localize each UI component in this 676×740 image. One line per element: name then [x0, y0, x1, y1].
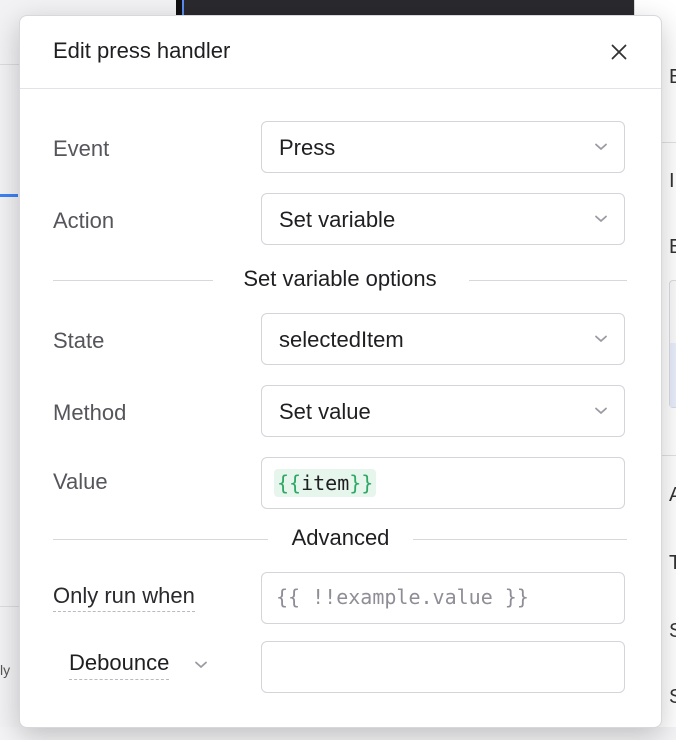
only-run-when-placeholder: {{ !!example.value }}	[276, 585, 529, 609]
dialog-title: Edit press handler	[53, 38, 231, 63]
event-label: Event	[53, 136, 110, 161]
chevron-down-icon	[595, 215, 607, 222]
value-code-input[interactable]: {{item}}	[261, 457, 625, 509]
only-run-when-input[interactable]: {{ !!example.value }}	[261, 572, 625, 624]
dialog-header: Edit press handler	[20, 16, 661, 89]
token-open-brace: {{	[277, 471, 302, 495]
edit-press-handler-dialog: Edit press handler Event Press Action Se…	[19, 15, 662, 728]
close-button[interactable]	[603, 36, 635, 68]
advanced-divider: Advanced	[53, 525, 627, 553]
event-select-value: Press	[279, 135, 336, 160]
value-label: Value	[53, 469, 108, 494]
method-label: Method	[53, 400, 127, 425]
template-token: {{item}}	[274, 469, 377, 497]
close-icon	[611, 44, 627, 60]
debounce-label: Debounce	[69, 650, 170, 680]
token-expression: item	[301, 471, 350, 495]
event-select[interactable]: Press	[261, 121, 625, 173]
section-title: Advanced	[291, 525, 390, 550]
chevron-down-icon	[195, 661, 207, 668]
method-select[interactable]: Set value	[261, 385, 625, 437]
chevron-down-icon	[595, 143, 607, 150]
action-label: Action	[53, 208, 115, 233]
state-select[interactable]: selectedItem	[261, 313, 625, 365]
only-run-when-label: Only run when	[53, 583, 195, 612]
set-variable-options-divider: Set variable options	[53, 266, 627, 294]
background-snippet: ly	[0, 662, 11, 678]
state-select-value: selectedItem	[279, 327, 404, 352]
state-label: State	[53, 328, 105, 353]
chevron-down-icon	[595, 407, 607, 414]
selection-accent	[0, 194, 18, 197]
debounce-input[interactable]	[261, 641, 625, 693]
token-close-brace: }}	[349, 471, 374, 495]
section-title: Set variable options	[243, 266, 437, 291]
action-select[interactable]: Set variable	[261, 193, 625, 245]
chevron-down-icon	[595, 335, 607, 342]
action-select-value: Set variable	[279, 207, 396, 232]
debounce-dropdown[interactable]: Debounce	[57, 650, 212, 684]
method-select-value: Set value	[279, 399, 371, 424]
